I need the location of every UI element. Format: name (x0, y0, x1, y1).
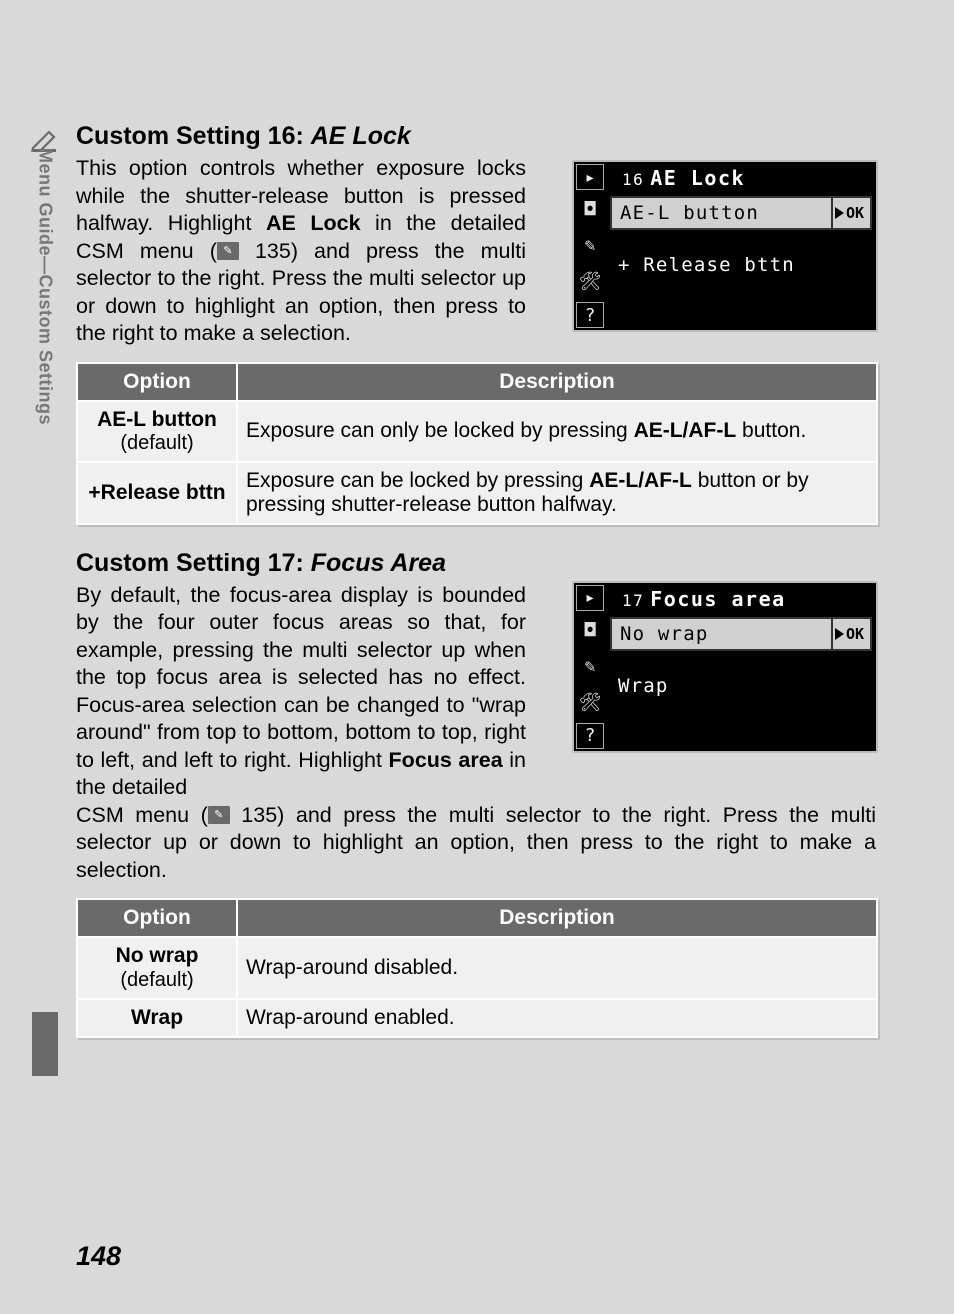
options-table-cs16: Option Description AE-L button (default)… (76, 362, 878, 525)
ok-text: OK (846, 204, 864, 222)
play-icon: ▸ (576, 164, 604, 190)
bold-fragment: AE-L/AF-L (634, 419, 737, 442)
lcd-setting-name: Focus area (650, 587, 785, 611)
description-cell: Exposure can be locked by pressing AE-L/… (237, 462, 877, 524)
heading-prefix: Custom Setting 17: (76, 549, 311, 577)
option-name: No wrap (116, 944, 199, 967)
play-icon: ▸ (576, 585, 604, 611)
ok-indicator: OK (831, 619, 866, 649)
triangle-right-icon (835, 207, 844, 219)
wrench-icon: 🛠 (574, 264, 606, 300)
text-fragment: button. (736, 419, 806, 442)
thumb-index-bar (32, 1012, 58, 1076)
table-header-row: Option Description (77, 899, 877, 937)
lcd-title: 17 Focus area (622, 587, 786, 611)
table-row: AE-L button (default) Exposure can only … (77, 401, 877, 462)
text-fragment: Exposure can be locked by pressing (246, 469, 589, 492)
text-fragment: By default, the focus-area display is bo… (76, 583, 526, 772)
option-name: AE-L button (97, 408, 217, 431)
lcd-option-release-bttn: + Release bttn (610, 248, 872, 282)
lcd-option-no-wrap: No wrap OK (610, 617, 872, 651)
lcd-options: No wrap OK Wrap (610, 617, 872, 721)
options-table-cs17: Option Description No wrap (default) Wra… (76, 898, 878, 1037)
option-cell: AE-L button (default) (77, 401, 237, 462)
lcd-setting-number: 17 (622, 591, 644, 610)
bold-fragment: AE-L/AF-L (589, 469, 692, 492)
page-ref-icon: ✎ (208, 806, 230, 824)
body-paragraph-cs17a: By default, the focus-area display is bo… (76, 582, 526, 802)
col-header-description: Description (237, 363, 877, 401)
lcd-menu-ae-lock: ▸ ◘ ✎ 🛠 ? 16 AE Lock AE-L button OK (572, 160, 878, 332)
triangle-right-icon (835, 628, 844, 640)
lcd-side-icons: ▸ ◘ ✎ 🛠 ? (574, 583, 606, 751)
section-focus-area: Custom Setting 17: Focus Area ▸ ◘ ✎ 🛠 ? … (76, 549, 878, 1038)
lcd-title-row: 17 Focus area (574, 583, 876, 615)
lcd-option-ael-button: AE-L button OK (610, 196, 872, 230)
lcd-setting-number: 16 (622, 170, 644, 189)
description-cell: Exposure can only be locked by pressing … (237, 401, 877, 462)
lcd-option-wrap: Wrap (610, 669, 872, 703)
section-ae-lock: Custom Setting 16: AE Lock ▸ ◘ ✎ 🛠 ? 16 A… (76, 122, 878, 525)
bold-fragment: Focus area (389, 748, 503, 772)
help-icon: ? (576, 302, 604, 328)
lcd-options: AE-L button OK + Release bttn (610, 196, 872, 300)
camera-icon: ◘ (574, 613, 606, 649)
option-cell: No wrap (default) (77, 937, 237, 998)
wrench-icon: 🛠 (574, 685, 606, 721)
col-header-option: Option (77, 363, 237, 401)
lcd-option-label: + Release bttn (614, 254, 868, 276)
pencil-small-icon: ✎ (574, 649, 606, 685)
page-ref-icon: ✎ (217, 242, 239, 260)
page-number: 148 (76, 1241, 121, 1272)
help-icon: ? (576, 723, 604, 749)
table-row: Wrap Wrap-around enabled. (77, 999, 877, 1037)
lcd-option-label: Wrap (614, 675, 868, 697)
lcd-option-label: AE-L button (616, 202, 831, 224)
option-default: (default) (86, 969, 228, 992)
table-row: No wrap (default) Wrap-around disabled. (77, 937, 877, 998)
lcd-title-row: 16 AE Lock (574, 162, 876, 194)
option-default: (default) (86, 432, 228, 455)
page-content: Custom Setting 16: AE Lock ▸ ◘ ✎ 🛠 ? 16 A… (76, 122, 878, 1038)
text-fragment: CSM menu ( (76, 803, 208, 827)
manual-page: Menu Guide—Custom Settings Custom Settin… (0, 0, 954, 1314)
header-band (0, 0, 954, 110)
lcd-setting-name: AE Lock (650, 166, 745, 190)
bold-fragment: AE Lock (266, 211, 361, 235)
option-name: Wrap (131, 1006, 183, 1029)
option-cell: Wrap (77, 999, 237, 1037)
heading-italic: Focus Area (311, 549, 446, 577)
lcd-menu-focus-area: ▸ ◘ ✎ 🛠 ? 17 Focus area No wrap OK (572, 581, 878, 753)
table-header-row: Option Description (77, 363, 877, 401)
option-name: +Release bttn (88, 481, 225, 504)
lcd-side-icons: ▸ ◘ ✎ 🛠 ? (574, 162, 606, 330)
description-cell: Wrap-around enabled. (237, 999, 877, 1037)
text-fragment: Exposure can only be locked by pressing (246, 419, 634, 442)
section-side-label: Menu Guide—Custom Settings (32, 148, 58, 468)
col-header-description: Description (237, 899, 877, 937)
body-paragraph-cs16: This option controls whether exposure lo… (76, 155, 526, 348)
heading-prefix: Custom Setting 16: (76, 122, 311, 150)
heading-cs16: Custom Setting 16: AE Lock (76, 122, 878, 151)
description-cell: Wrap-around disabled. (237, 937, 877, 998)
lcd-title: 16 AE Lock (622, 166, 745, 190)
col-header-option: Option (77, 899, 237, 937)
camera-icon: ◘ (574, 192, 606, 228)
ok-text: OK (846, 625, 864, 643)
pencil-small-icon: ✎ (574, 228, 606, 264)
option-cell: +Release bttn (77, 462, 237, 524)
heading-cs17: Custom Setting 17: Focus Area (76, 549, 878, 578)
lcd-option-label: No wrap (616, 623, 831, 645)
heading-italic: AE Lock (311, 122, 411, 150)
table-row: +Release bttn Exposure can be locked by … (77, 462, 877, 524)
ok-indicator: OK (831, 198, 866, 228)
body-paragraph-cs17b: CSM menu (✎ 135) and press the multi sel… (76, 802, 876, 885)
